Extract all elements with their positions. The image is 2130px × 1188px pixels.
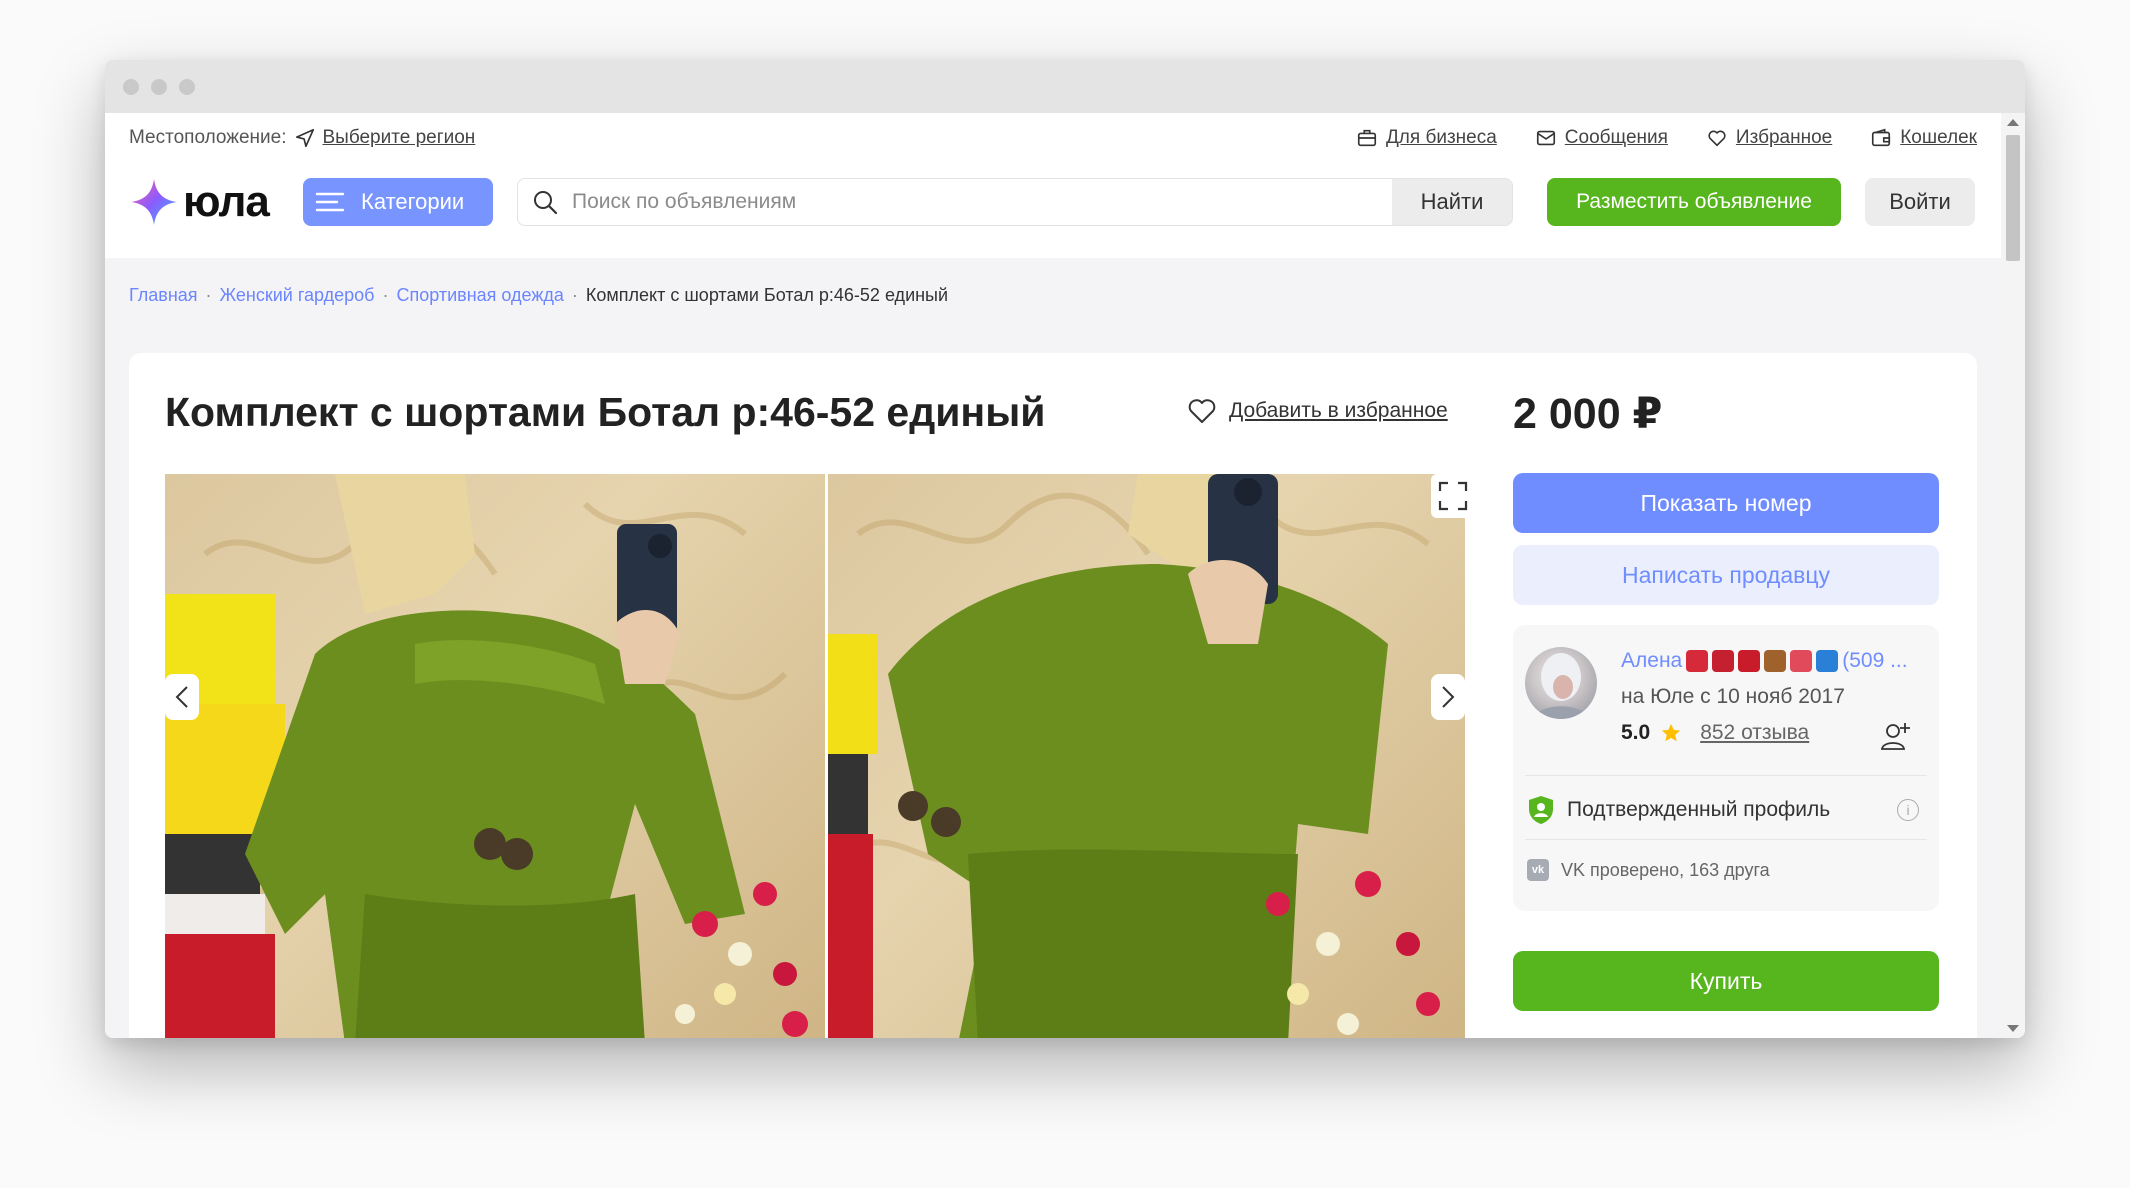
listing-card: Комплект с шортами Ботал р:46-52 единый … [129, 353, 1977, 1038]
fullscreen-button[interactable] [1431, 474, 1475, 518]
window-close-dot[interactable] [123, 78, 139, 95]
site-header: Местоположение: Выберите регион Для бизн… [105, 113, 2001, 258]
seller-divider [1525, 775, 1927, 776]
seller-since: на Юле с 10 нояб 2017 [1621, 685, 1845, 708]
scroll-up-icon[interactable] [2007, 119, 2019, 126]
categories-button-label: Категории [361, 189, 465, 214]
business-link[interactable]: Для бизнеса [1356, 127, 1497, 149]
wallet-link-label[interactable]: Кошелек [1900, 127, 1977, 149]
logo-star-icon [131, 179, 177, 225]
write-seller-button[interactable]: Написать продавцу [1513, 545, 1939, 605]
star-icon [1662, 723, 1681, 742]
subscribe-button[interactable] [1879, 719, 1913, 758]
seller-rating: 5.0 852 отзыва [1621, 721, 1809, 745]
seller-card: Алена (509 ... на Юле с 10 нояб 2017 5.0… [1513, 625, 1939, 911]
info-icon[interactable]: i [1897, 799, 1919, 821]
vk-icon: vk [1527, 859, 1549, 881]
menu-icon [315, 192, 345, 212]
wallet-icon [1870, 127, 1892, 149]
coat-badge-icon [1738, 650, 1761, 672]
seller-name-line: Алена (509 ... [1621, 649, 1927, 673]
search-button[interactable]: Найти [1392, 179, 1512, 225]
wallet-link[interactable]: Кошелек [1870, 127, 1977, 149]
window-titlebar [105, 60, 2025, 113]
vertical-scrollbar[interactable] [2001, 113, 2025, 1038]
shield-check-icon [1529, 796, 1553, 824]
logo-text: юла [183, 177, 270, 226]
gallery-prev-button[interactable] [165, 674, 199, 720]
seller-extra: (509 ... [1842, 649, 1908, 672]
expand-icon [1438, 481, 1468, 511]
window-minimize-dot[interactable] [151, 78, 167, 95]
tshirt-badge-icon [1816, 650, 1839, 672]
vk-verified: vk VK проверено, 163 друга [1527, 859, 1770, 881]
photo-image [165, 474, 808, 1038]
buy-button[interactable]: Купить [1513, 951, 1939, 1011]
location-arrow-icon[interactable] [294, 127, 316, 149]
page-viewport: Местоположение: Выберите регион Для бизн… [105, 113, 2025, 1038]
login-button[interactable]: Войти [1865, 178, 1975, 226]
header-topline: Местоположение: Выберите регион Для бизн… [129, 123, 1977, 153]
breadcrumb-separator: · [205, 285, 212, 305]
messages-icon [1535, 127, 1557, 149]
verified-profile: Подтвержденный профиль [1527, 795, 1830, 825]
search-bar: Поиск по объявлениям Найти [517, 178, 1513, 226]
gallery-next-button[interactable] [1431, 674, 1465, 720]
categories-button[interactable]: Категории [303, 178, 493, 226]
show-phone-button[interactable]: Показать номер [1513, 473, 1939, 533]
page-title: Комплект с шортами Ботал р:46-52 единый [165, 389, 1046, 435]
scrollbar-thumb[interactable] [2006, 135, 2020, 261]
bag-badge-icon [1764, 650, 1787, 672]
seller-divider [1525, 839, 1927, 840]
avatar[interactable] [1525, 647, 1597, 719]
heels-badge-icon [1712, 650, 1735, 672]
favorites-link[interactable]: Избранное [1706, 127, 1832, 149]
breadcrumb-item-womens-wardrobe[interactable]: Женский гардероб [220, 285, 375, 306]
breadcrumb-separator: · [571, 285, 578, 305]
breadcrumb-separator: · [382, 285, 389, 305]
heart-icon [1706, 127, 1728, 149]
header-links: Для бизнеса Сообщения Избранное Кошелек [1356, 127, 1977, 149]
search-icon [534, 191, 558, 215]
search-input[interactable]: Поиск по объявлениям [518, 179, 1392, 225]
site-logo[interactable]: юла [129, 177, 303, 227]
post-ad-button[interactable]: Разместить объявление [1547, 178, 1841, 226]
breadcrumb-current: Комплект с шортами Ботал р:46-52 единый [585, 285, 949, 305]
shirt-badge-icon [1790, 650, 1813, 672]
breadcrumb-item-sportswear[interactable]: Спортивная одежда [396, 285, 563, 306]
favorites-link-label[interactable]: Избранное [1736, 127, 1832, 149]
select-region-link[interactable]: Выберите регион [322, 127, 475, 149]
messages-link-label[interactable]: Сообщения [1565, 127, 1668, 149]
location-label: Местоположение: [129, 127, 287, 148]
gallery-photo[interactable] [165, 474, 825, 1038]
seller-name[interactable]: Алена [1621, 649, 1682, 673]
photo-image [828, 474, 1440, 1038]
heart-icon [1188, 399, 1216, 423]
rating-value: 5.0 [1621, 721, 1651, 744]
breadcrumb-item-home[interactable]: Главная [129, 285, 198, 306]
avatar-image [1533, 653, 1589, 719]
messages-link[interactable]: Сообщения [1535, 127, 1668, 149]
search-placeholder: Поиск по объявлениям [572, 190, 797, 213]
browser-window: Местоположение: Выберите регион Для бизн… [105, 60, 2025, 1038]
chevron-right-icon [1442, 686, 1455, 708]
scroll-down-icon[interactable] [2007, 1025, 2019, 1032]
reviews-link[interactable]: 852 отзыва [1700, 721, 1809, 745]
header-mainbar: юла Категории Поиск по объявлениям Найти… [129, 167, 1977, 237]
dress-badge-icon [1686, 650, 1709, 672]
add-to-favorites-button[interactable]: Добавить в избранное [1187, 397, 1448, 425]
price: 2 000 ₽ [1513, 390, 1663, 438]
breadcrumb: Главная · Женский гардероб · Спортивная … [129, 285, 948, 306]
business-icon [1356, 127, 1378, 149]
photo-gallery[interactable] [165, 474, 1465, 1038]
vk-verified-label: VK проверено, 163 друга [1561, 859, 1770, 880]
chevron-left-icon [175, 686, 188, 708]
add-to-favorites-label: Добавить в избранное [1229, 399, 1448, 422]
verified-label: Подтвержденный профиль [1567, 798, 1831, 821]
window-maximize-dot[interactable] [179, 78, 195, 95]
business-link-label[interactable]: Для бизнеса [1386, 127, 1497, 149]
subscribe-icon [1880, 723, 1910, 750]
gallery-photo[interactable] [828, 474, 1465, 1038]
